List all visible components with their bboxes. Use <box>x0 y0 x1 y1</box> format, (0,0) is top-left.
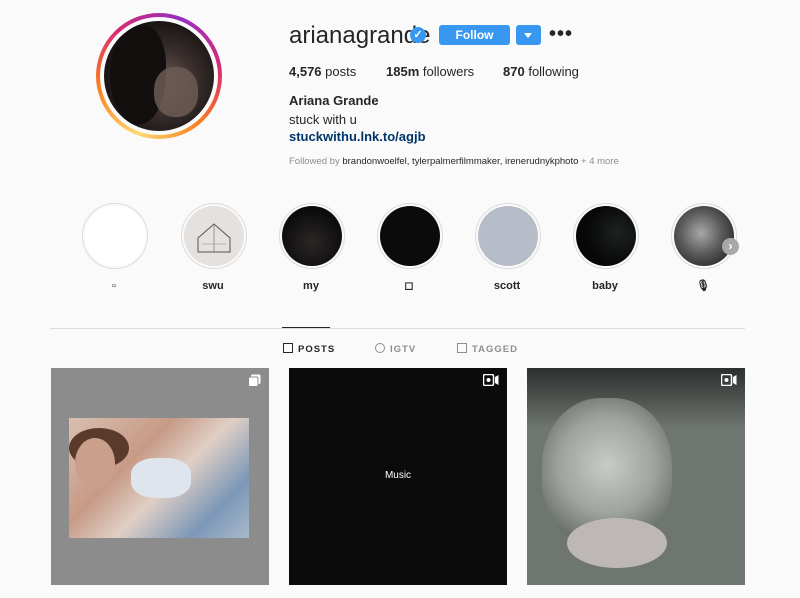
following-count-label: following <box>528 64 579 79</box>
highlight-cover-ring <box>181 203 247 269</box>
tabs-divider <box>50 328 745 329</box>
highlight-cover-ring <box>671 203 737 269</box>
tab-posts[interactable]: POSTS <box>283 343 335 355</box>
video-icon <box>721 374 737 386</box>
post-tile-3[interactable] <box>527 368 745 585</box>
highlight-cover <box>478 206 538 266</box>
music-text: Music <box>384 470 412 481</box>
avatar[interactable] <box>104 21 214 131</box>
highlight-cover <box>282 206 342 266</box>
tagged-icon <box>457 343 467 353</box>
highlight-cover-ring <box>279 203 345 269</box>
active-tab-indicator <box>282 327 330 328</box>
highlight-3[interactable]: my <box>279 203 345 293</box>
photo-hand <box>567 518 667 568</box>
followed-by-suffix: + 4 more <box>581 156 619 167</box>
highlight-cover-ring <box>573 203 639 269</box>
followers-link[interactable]: 185m followers <box>386 64 474 79</box>
highlight-label: ◻ <box>404 280 414 292</box>
bio-link[interactable]: stuckwithu.lnk.to/agjb <box>289 129 426 144</box>
posts-count-label: posts <box>325 64 357 79</box>
avatar-face <box>154 67 198 117</box>
following-count-value: 870 <box>503 64 525 79</box>
highlight-cover-ring <box>82 203 148 269</box>
more-options-icon[interactable]: ••• <box>549 24 573 44</box>
followed-by-names: brandonwoelfel, tylerpalmerfilmmaker, ir… <box>342 156 579 167</box>
followed-by-prefix: Followed by <box>289 156 340 167</box>
highlight-label: swu <box>202 280 224 292</box>
carousel-icon <box>248 374 261 387</box>
follow-button[interactable]: Follow <box>439 25 510 45</box>
profile-avatar-ring[interactable] <box>96 13 222 139</box>
highlight-cover <box>85 206 145 266</box>
grid-icon <box>283 343 293 353</box>
photo-clothing <box>131 458 191 498</box>
post-tile-2[interactable]: Music <box>289 368 507 585</box>
verified-badge-icon: ✓ <box>410 27 426 43</box>
highlight-6[interactable]: baby <box>573 203 639 293</box>
highlight-2[interactable]: swu <box>181 203 247 293</box>
highlight-cover-ring <box>475 203 541 269</box>
followers-count-value: 185m <box>386 64 420 79</box>
highlight-cover <box>674 206 734 266</box>
highlight-label: scott <box>493 280 521 292</box>
followed-by[interactable]: Followed by brandonwoelfel, tylerpalmerf… <box>289 156 619 167</box>
tab-label: POSTS <box>298 344 336 355</box>
highlight-5[interactable]: scott <box>475 203 541 293</box>
chevron-down-icon <box>524 33 532 38</box>
highlight-1[interactable]: ▫ <box>82 203 148 293</box>
highlight-label: 🎙 <box>696 280 710 292</box>
post-photo <box>69 418 249 538</box>
highlight-cover-ring <box>377 203 443 269</box>
following-link[interactable]: 870 following <box>503 64 579 79</box>
highlight-cover <box>184 206 244 266</box>
tab-tagged[interactable]: TAGGED <box>457 343 518 355</box>
apple-music-logo: Music <box>289 470 507 481</box>
highlight-4[interactable]: ◻ <box>377 203 443 293</box>
highlight-label: my <box>303 280 319 292</box>
highlight-cover <box>576 206 636 266</box>
followers-count-label: followers <box>422 64 475 79</box>
highlights-next-arrow-icon[interactable]: › <box>722 238 739 255</box>
full-name: Ariana Grande <box>289 93 379 108</box>
highlight-label: baby <box>592 280 618 292</box>
suggested-accounts-dropdown-button[interactable] <box>516 25 541 45</box>
posts-count: 4,576 posts <box>289 64 356 79</box>
video-icon <box>483 374 499 386</box>
highlight-label: ▫ <box>112 280 116 292</box>
tab-label: TAGGED <box>472 344 518 355</box>
bio-text: stuck with u <box>289 112 357 127</box>
photo-face <box>75 438 115 488</box>
igtv-icon <box>375 343 385 353</box>
posts-count-value: 4,576 <box>289 64 322 79</box>
tab-label: IGTV <box>390 344 417 355</box>
house-sketch-icon <box>197 223 231 253</box>
highlight-cover <box>380 206 440 266</box>
post-tile-1[interactable] <box>51 368 269 585</box>
tab-igtv[interactable]: IGTV <box>375 343 416 355</box>
